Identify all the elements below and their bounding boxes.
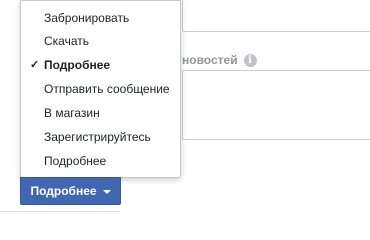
news-description-label: новостей i — [182, 53, 257, 67]
info-icon[interactable]: i — [243, 53, 257, 67]
menu-item-label: Отправить сообщение — [44, 82, 170, 96]
news-description-label-text: новостей — [182, 53, 238, 67]
checkmark-icon: ✓ — [30, 59, 40, 71]
menu-item-download[interactable]: Скачать — [21, 30, 180, 52]
menu-item-label: Подробнее — [44, 154, 107, 168]
menu-item-book[interactable]: Забронировать — [21, 7, 180, 29]
news-description-textarea[interactable] — [182, 70, 370, 140]
call-to-action-button[interactable]: Подробнее — [20, 177, 121, 205]
call-to-action-dropdown-menu: Забронировать Скачать ✓ Подробнее Отправ… — [20, 0, 181, 178]
menu-item-label: Подробнее — [44, 58, 111, 72]
top-text-field[interactable] — [182, 0, 370, 32]
caret-down-icon — [102, 190, 111, 194]
menu-item-label: Забронировать — [44, 11, 130, 25]
menu-item-shop[interactable]: В магазин — [21, 102, 180, 124]
menu-item-label: Скачать — [44, 34, 89, 48]
menu-item-sign-up[interactable]: Зарегистрируйтесь — [21, 126, 180, 148]
menu-item-label: Зарегистрируйтесь — [44, 130, 151, 144]
menu-item-learn-more-selected[interactable]: ✓ Подробнее — [21, 54, 180, 76]
call-to-action-button-label: Подробнее — [30, 184, 97, 198]
menu-item-send-message[interactable]: Отправить сообщение — [21, 78, 180, 100]
divider — [0, 211, 120, 212]
menu-item-label: В магазин — [44, 106, 100, 120]
menu-item-learn-more[interactable]: Подробнее — [21, 150, 180, 172]
